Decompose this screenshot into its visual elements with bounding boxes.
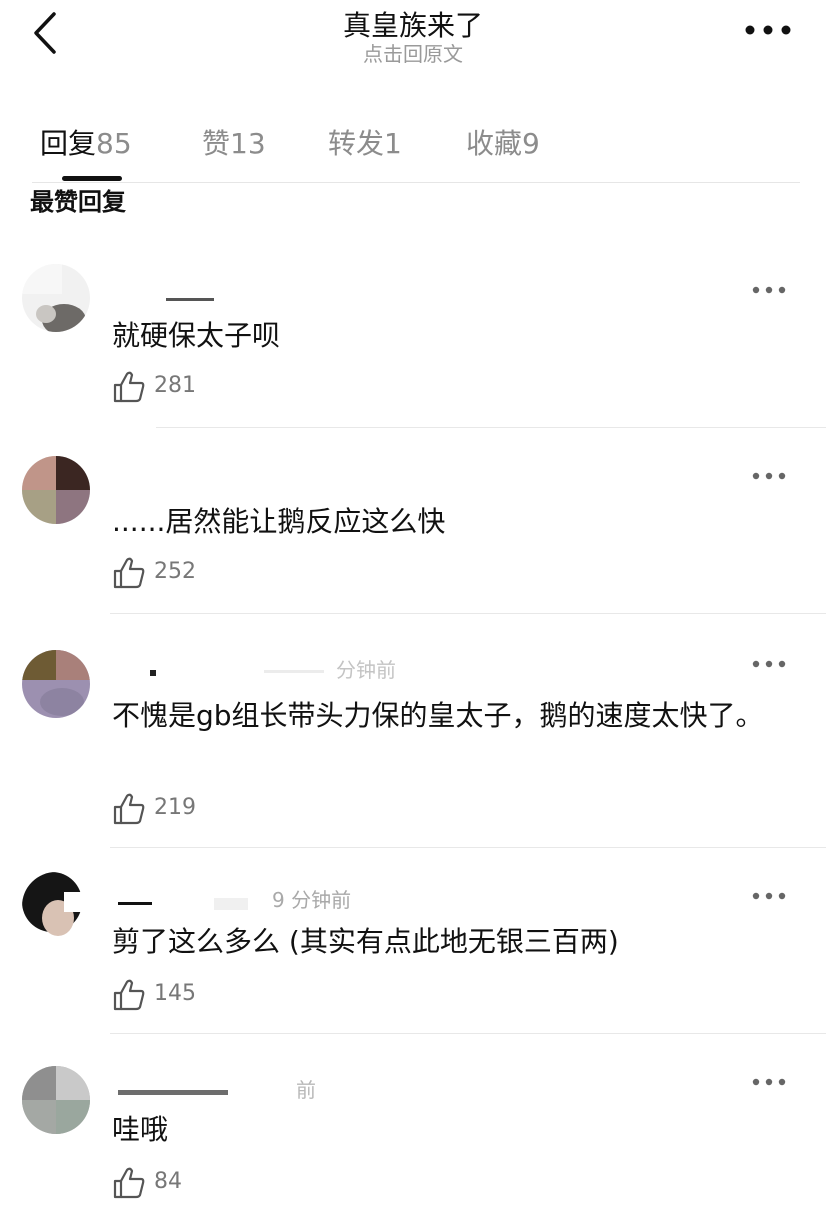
like-count: 219 — [154, 795, 196, 820]
tab-label: 收藏 — [466, 127, 523, 160]
comment-text: 就硬保太子呗 — [112, 319, 281, 352]
comment-time: 9 分钟前 — [272, 888, 352, 912]
avatar[interactable] — [22, 1066, 90, 1134]
more-icon[interactable] — [744, 20, 792, 40]
more-icon[interactable] — [752, 890, 786, 902]
tab-count: 9 — [522, 127, 540, 160]
comment-item: 分钟前 不愧是gb组长带头力保的皇太子，鹅的速度太快了。 219 — [0, 634, 826, 848]
thumbs-up-icon — [113, 371, 145, 403]
thumbs-up-icon — [113, 793, 145, 825]
back-to-original-link[interactable]: 点击回原文 — [0, 38, 826, 67]
more-icon[interactable] — [752, 284, 786, 296]
comment-item: 前 哇哦 84 — [0, 1054, 826, 1215]
tab-likes[interactable]: 赞13 — [202, 122, 266, 162]
comment-text: ......居然能让鹅反应这么快 — [112, 505, 446, 538]
avatar[interactable] — [22, 650, 90, 718]
tab-favorites[interactable]: 收藏9 — [466, 122, 540, 162]
like-count: 145 — [154, 981, 196, 1006]
tab-bar: 回复85 赞13 转发1 收藏9 — [0, 112, 826, 182]
divider — [110, 613, 826, 614]
tab-active-indicator — [62, 176, 122, 181]
avatar[interactable] — [22, 456, 90, 524]
more-icon[interactable] — [752, 470, 786, 482]
tab-replies[interactable]: 回复85 — [40, 122, 132, 162]
avatar[interactable] — [22, 264, 90, 332]
more-icon[interactable] — [752, 1076, 786, 1088]
divider — [110, 847, 826, 848]
thumbs-up-icon — [113, 557, 145, 589]
divider — [110, 1033, 826, 1034]
comment-item: 就硬保太子呗 281 — [0, 262, 826, 428]
divider — [156, 427, 826, 428]
section-title: 最赞回复 — [30, 188, 126, 216]
comment-text: 剪了这么多么 (其实有点此地无银三百两) — [112, 925, 619, 958]
comment-text: 不愧是gb组长带头力保的皇太子，鹅的速度太快了。 — [112, 699, 764, 732]
comment-item: 9 分钟前 剪了这么多么 (其实有点此地无银三百两) 145 — [0, 866, 826, 1034]
comment-time: 前 — [296, 1078, 316, 1102]
thumbs-up-icon — [113, 979, 145, 1011]
tab-count: 85 — [96, 127, 132, 160]
like-count: 281 — [154, 373, 196, 398]
more-icon[interactable] — [752, 658, 786, 670]
like-count: 84 — [154, 1169, 182, 1194]
tab-count: 13 — [230, 127, 266, 160]
tab-label: 转发 — [328, 127, 385, 160]
nav-header: 真皇族来了 点击回原文 — [0, 0, 826, 80]
tab-count: 1 — [384, 127, 402, 160]
tab-label: 赞 — [202, 127, 231, 160]
tab-label: 回复 — [40, 127, 97, 160]
comment-text: 哇哦 — [112, 1113, 169, 1146]
avatar[interactable] — [22, 872, 90, 940]
divider — [32, 182, 800, 183]
comment-item: ......居然能让鹅反应这么快 252 — [0, 448, 826, 614]
comment-time: 分钟前 — [336, 658, 396, 682]
tab-reposts[interactable]: 转发1 — [328, 122, 402, 162]
thumbs-up-icon — [113, 1167, 145, 1199]
like-count: 252 — [154, 559, 196, 584]
